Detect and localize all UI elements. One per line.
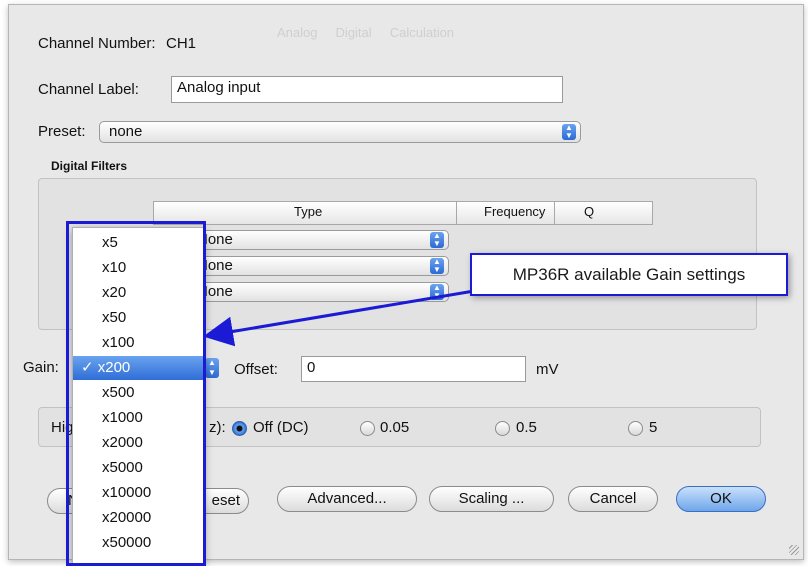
arrow-line bbox=[203, 288, 481, 347]
annotation-callout: MP36R available Gain settings bbox=[470, 253, 788, 296]
